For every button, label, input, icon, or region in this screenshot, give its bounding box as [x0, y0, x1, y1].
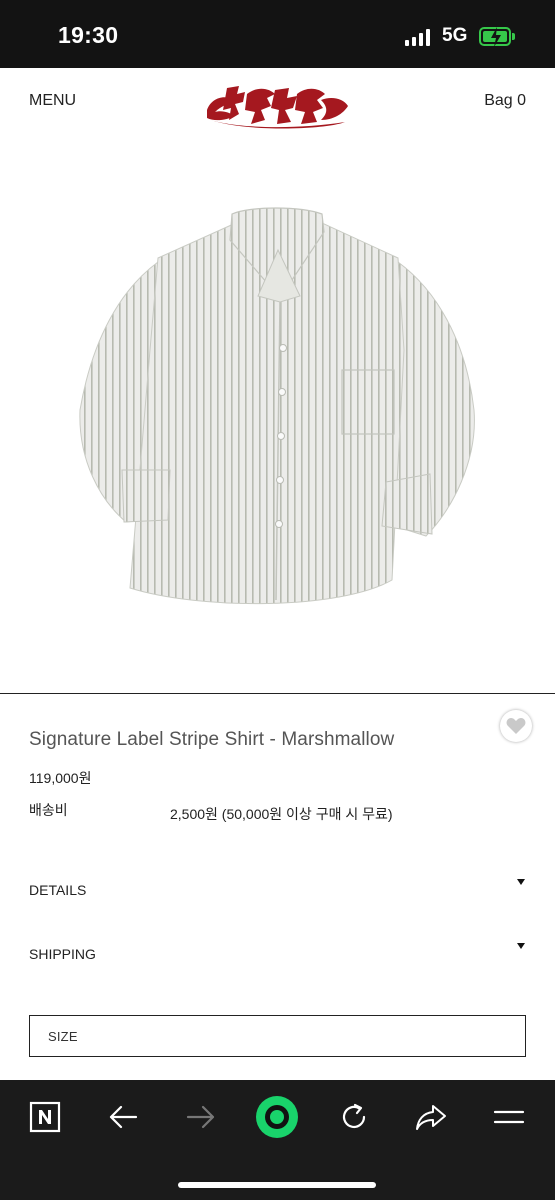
caret-down-icon: [517, 943, 525, 949]
details-label: DETAILS: [29, 882, 87, 898]
product-image: [79, 207, 475, 605]
shipping-fee-label: 배송비: [29, 802, 68, 818]
product-title: Signature Label Stripe Shirt - Marshmall…: [29, 729, 395, 750]
reload-button[interactable]: [334, 1097, 374, 1137]
heart-icon: [506, 718, 526, 734]
home-indicator: [178, 1182, 376, 1188]
site-header: MENU Bag 0: [0, 68, 555, 138]
menu-button[interactable]: [489, 1097, 529, 1137]
shipping-label: SHIPPING: [29, 946, 96, 962]
network-type: 5G: [442, 25, 468, 46]
size-select-placeholder: SIZE: [48, 1029, 78, 1044]
shipping-accordion[interactable]: SHIPPING: [29, 943, 526, 976]
share-button[interactable]: [411, 1097, 451, 1137]
green-dot-icon: [256, 1096, 298, 1138]
forward-button[interactable]: [181, 1097, 221, 1137]
back-button[interactable]: [103, 1097, 143, 1137]
brand-logo[interactable]: [205, 80, 350, 132]
charging-bolt-icon: [491, 27, 501, 47]
details-accordion[interactable]: DETAILS: [29, 879, 526, 912]
bag-button[interactable]: Bag 0: [484, 92, 526, 110]
status-time: 19:30: [58, 22, 119, 48]
share-icon: [416, 1105, 446, 1130]
forward-arrow-icon: [186, 1105, 215, 1129]
naver-green-button[interactable]: [255, 1095, 299, 1139]
product-price: 119,000원: [29, 770, 92, 786]
wishlist-button[interactable]: [500, 710, 532, 742]
naver-n-icon: [29, 1101, 61, 1133]
caret-down-icon: [517, 879, 525, 885]
reload-icon: [342, 1103, 366, 1129]
status-bar: 19:30 5G: [0, 0, 555, 68]
naver-home-button[interactable]: [25, 1097, 65, 1137]
section-divider: [0, 693, 555, 694]
battery-cap: [512, 33, 515, 40]
cellular-signal-icon: [405, 28, 430, 46]
menu-button[interactable]: MENU: [29, 92, 76, 110]
size-select[interactable]: SIZE: [29, 1015, 526, 1057]
menu-icon: [493, 1110, 525, 1124]
shipping-fee-value: 2,500원 (50,000원 이상 구매 시 무료): [170, 806, 393, 822]
back-arrow-icon: [109, 1105, 138, 1129]
